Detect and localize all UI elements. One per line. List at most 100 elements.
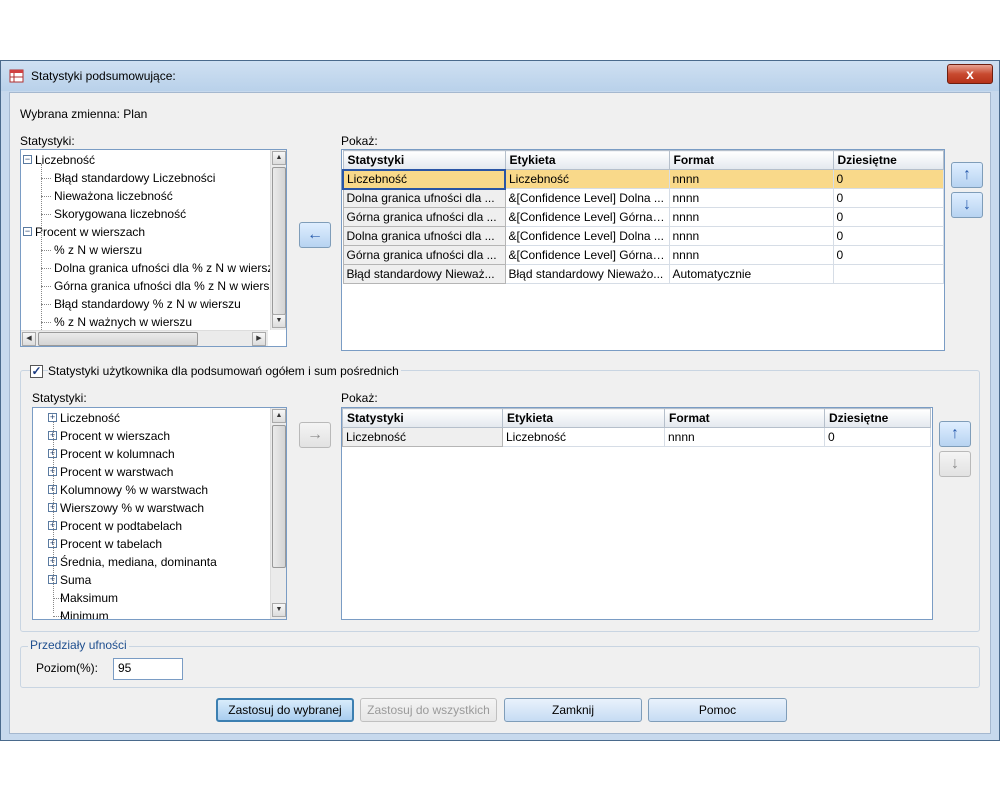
table-cell[interactable]: Górna granica ufności dla ... [342,245,506,265]
column-header[interactable]: Format [664,408,825,428]
scroll-thumb[interactable] [272,167,286,315]
table-cell[interactable]: nnnn [668,226,834,246]
table-cell[interactable]: &[Confidence Level] Górna ... [504,245,670,265]
bottom-move-down-arrow-icon[interactable]: ↓ [939,451,971,477]
tree-item[interactable]: Procent w kolumnach [60,445,175,463]
table-cell[interactable]: Liczebność [504,169,670,189]
tree-item[interactable]: Średnia, mediana, dominanta [60,553,217,571]
table-cell[interactable]: Liczebność [502,427,665,447]
table-cell[interactable]: &[Confidence Level] Dolna ... [504,226,670,246]
table-cell[interactable]: nnnn [668,169,834,189]
tree-item[interactable]: % z N ważnych w wierszu [54,313,192,331]
scroll-thumb[interactable] [272,425,286,569]
apply-selected-button[interactable]: Zastosuj do wybranej [216,698,354,722]
tree-item[interactable]: Maksimum [60,589,118,607]
close-button[interactable]: Zamknij [504,698,642,722]
table-cell[interactable]: 0 [832,207,944,227]
close-icon[interactable]: x [947,64,993,84]
tree-item[interactable]: Minimum [60,607,109,619]
tree-line [53,422,54,613]
tree-item[interactable]: Procent w tabelach [60,535,162,553]
table-cell[interactable]: 0 [832,226,944,246]
scroll-thumb[interactable] [38,332,198,346]
scroll-down-icon[interactable]: ▼ [272,603,286,617]
bottom-move-up-arrow-icon[interactable]: ↑ [939,421,971,447]
tree-item[interactable]: Górna granica ufności dla % z N w wiersz… [54,277,282,295]
tree-item[interactable]: Procent w warstwach [60,463,173,481]
table-cell[interactable]: Dolna granica ufności dla ... [342,226,506,246]
table-cell[interactable]: 0 [832,245,944,265]
table-row[interactable]: Błąd standardowy Nieważ... Błąd standardo… [342,264,944,284]
table-row[interactable]: Dolna granica ufności dla ... &[Confidenc… [342,188,944,208]
top-show-grid[interactable]: Statystyki Etykieta Format Dziesiętne Licze… [341,149,945,351]
vertical-scrollbar[interactable]: ▲ ▼ [270,150,286,330]
table-cell[interactable]: Liczebność [342,168,506,190]
column-header[interactable]: Etykieta [502,408,665,428]
tree-item[interactable]: Dolna granica ufności dla % z N w wiersz… [54,259,280,277]
move-up-arrow-icon[interactable]: ↑ [951,162,983,188]
tree-item[interactable]: Błąd standardowy Liczebności [54,169,215,187]
table-cell[interactable]: 0 [832,188,944,208]
tree-item[interactable]: Liczebność [60,409,120,427]
scroll-down-icon[interactable]: ▼ [272,314,286,328]
tree-item[interactable]: Procent w podtabelach [60,517,182,535]
table-cell[interactable]: nnnn [668,245,834,265]
title-bar[interactable]: Statystyki podsumowujące: x [1,61,999,91]
bottom-statistics-tree[interactable]: + Liczebność + Procent w wierszach + Procent … [32,407,287,620]
tree-expander-icon[interactable]: + [48,413,57,422]
scroll-right-icon[interactable]: ▶ [252,332,266,346]
scroll-up-icon[interactable]: ▲ [272,409,286,423]
tree-item[interactable]: % z N w wierszu [54,241,142,259]
user-stats-checkbox[interactable]: ✓ [30,365,43,378]
apply-all-button[interactable]: Zastosuj do wszystkich [360,698,497,722]
column-header[interactable]: Statystyki [342,408,503,428]
tree-expander-icon[interactable]: − [23,227,32,236]
column-header[interactable]: Statystyki [342,150,506,170]
tree-item[interactable]: Kolumnowy % w warstwach [60,481,208,499]
column-header[interactable]: Etykieta [504,150,670,170]
confidence-level-input[interactable]: 95 [113,658,183,680]
bottom-show-grid[interactable]: Statystyki Etykieta Format Dziesiętne Licze… [341,407,933,620]
table-cell[interactable]: 0 [824,427,931,447]
tree-item[interactable]: Nieważona liczebność [54,187,173,205]
scroll-left-icon[interactable]: ◀ [22,332,36,346]
tree-item[interactable]: Suma [60,571,91,589]
table-cell[interactable]: nnnn [668,207,834,227]
table-cell[interactable]: nnnn [668,188,834,208]
vertical-scrollbar[interactable]: ▲ ▼ [270,408,286,619]
table-cell[interactable]: Liczebność [342,427,503,447]
table-cell[interactable]: &[Confidence Level] Górna ... [504,207,670,227]
table-row[interactable]: Liczebność Liczebność nnnn 0 [342,427,931,447]
table-cell[interactable]: 0 [832,169,944,189]
tree-item[interactable]: Liczebność [35,151,95,169]
table-cell[interactable] [832,264,944,284]
column-header[interactable]: Dziesiętne [824,408,931,428]
tree-item[interactable]: Procent w wierszach [60,427,170,445]
column-header[interactable]: Format [668,150,834,170]
scroll-up-icon[interactable]: ▲ [272,151,286,165]
table-row[interactable]: Liczebność Liczebność nnnn 0 [342,168,944,190]
tree-expander-icon[interactable]: − [23,155,32,164]
table-row[interactable]: Górna granica ufności dla ... &[Confidenc… [342,245,944,265]
table-cell[interactable]: Błąd standardowy Nieważo... [504,264,670,284]
move-right-arrow-icon[interactable]: → [299,422,331,448]
tree-connector [41,214,51,215]
table-row[interactable]: Dolna granica ufności dla ... &[Confidenc… [342,226,944,246]
move-left-arrow-icon[interactable]: ← [299,222,331,248]
move-down-arrow-icon[interactable]: ↓ [951,192,983,218]
table-cell[interactable]: Błąd standardowy Nieważ... [342,264,506,284]
tree-item[interactable]: Procent w wierszach [35,223,145,241]
tree-item[interactable]: Wierszowy % w warstwach [60,499,204,517]
table-cell[interactable]: Automatycznie [668,264,834,284]
horizontal-scrollbar[interactable]: ◀ ▶ [21,330,268,346]
help-button[interactable]: Pomoc [648,698,787,722]
tree-item[interactable]: Błąd standardowy % z N w wierszu [54,295,241,313]
table-row[interactable]: Górna granica ufności dla ... &[Confidenc… [342,207,944,227]
table-cell[interactable]: Górna granica ufności dla ... [342,207,506,227]
table-cell[interactable]: Dolna granica ufności dla ... [342,188,506,208]
top-statistics-tree[interactable]: − Liczebność Błąd standardowy Liczebności N… [20,149,287,347]
tree-item[interactable]: Skorygowana liczebność [54,205,186,223]
table-cell[interactable]: nnnn [664,427,825,447]
table-cell[interactable]: &[Confidence Level] Dolna ... [504,188,670,208]
column-header[interactable]: Dziesiętne [832,150,944,170]
